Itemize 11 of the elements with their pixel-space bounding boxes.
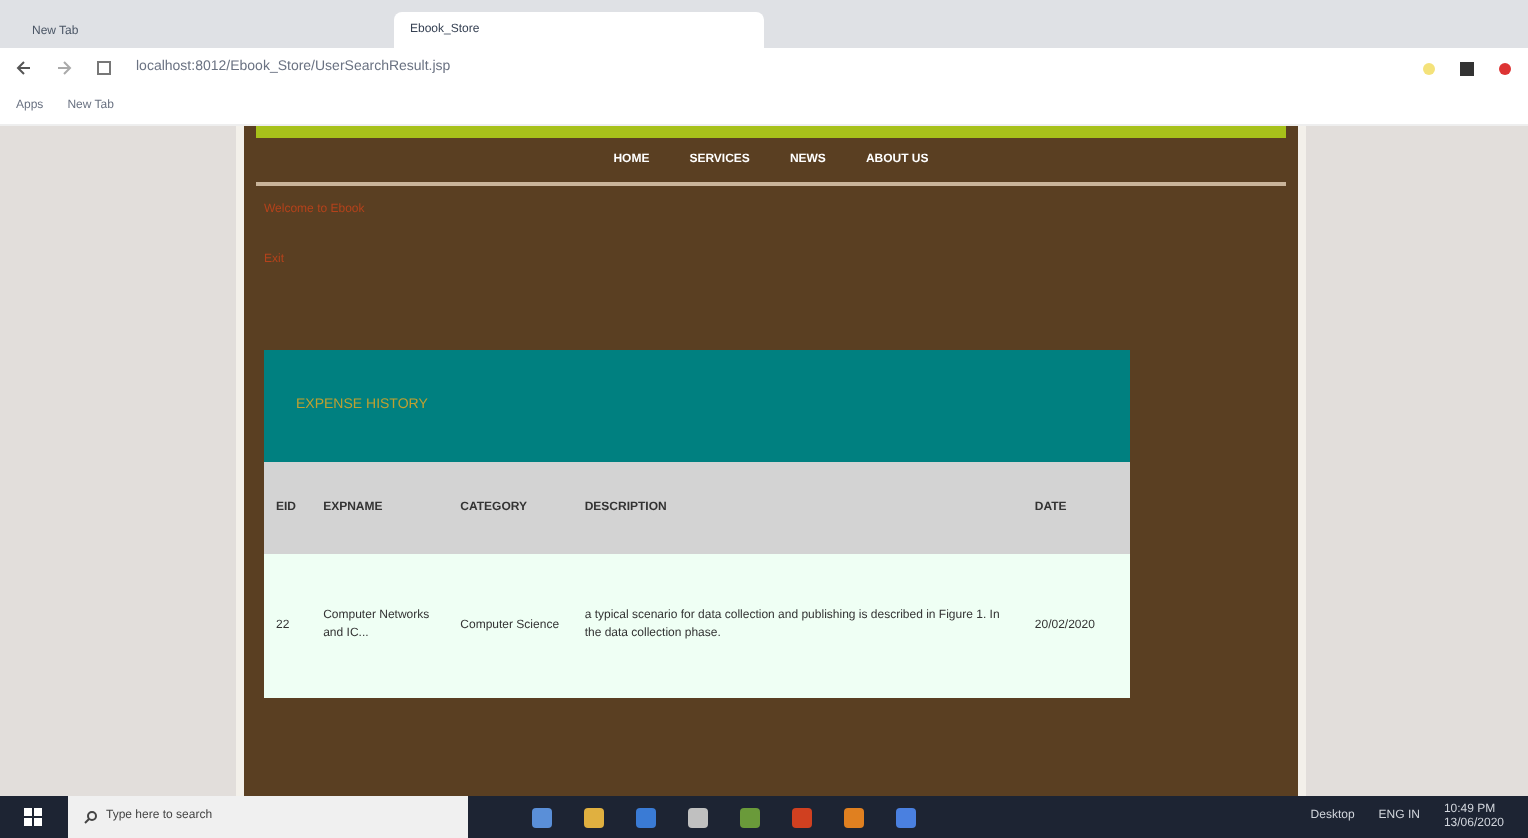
- search-icon: [84, 810, 98, 824]
- app-icon[interactable]: [844, 807, 864, 827]
- app-icon[interactable]: [740, 807, 760, 827]
- app-icon[interactable]: [532, 807, 552, 827]
- windows-icon[interactable]: [24, 807, 44, 827]
- app-icon[interactable]: [688, 807, 708, 827]
- app-icon[interactable]: [636, 807, 656, 827]
- profile-icon[interactable]: [1498, 61, 1512, 75]
- app-icon[interactable]: [896, 807, 916, 827]
- back-icon[interactable]: [16, 60, 32, 76]
- app-icon[interactable]: [584, 807, 604, 827]
